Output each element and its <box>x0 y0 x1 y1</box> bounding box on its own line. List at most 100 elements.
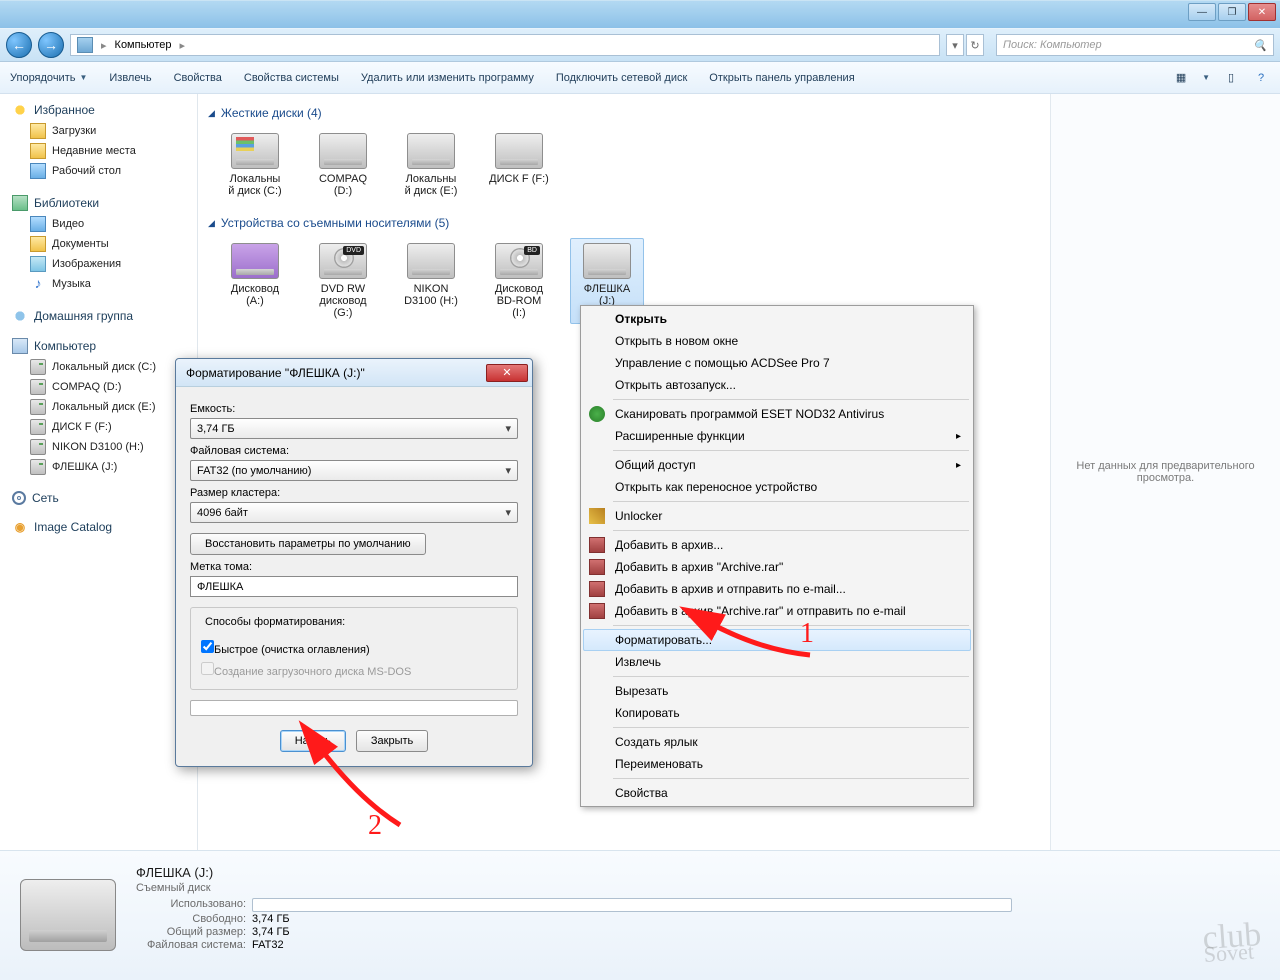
ctx-cut[interactable]: Вырезать <box>583 680 971 702</box>
drive-icon <box>231 133 279 169</box>
ctx-eset[interactable]: Сканировать программой ESET NOD32 Antivi… <box>583 403 971 425</box>
history-dropdown[interactable]: ▾ <box>946 34 964 56</box>
image-catalog-header[interactable]: ◉Image Catalog <box>12 519 197 535</box>
start-button[interactable]: Начать <box>280 730 346 752</box>
filesystem-label: Файловая система: <box>190 445 518 457</box>
sidebar-item-images[interactable]: Изображения <box>12 254 197 274</box>
drive-e[interactable]: Локальный диск (E:) <box>394 128 468 202</box>
library-icon <box>12 195 28 211</box>
close-dialog-button[interactable]: Закрыть <box>356 730 428 752</box>
sidebar-item-video[interactable]: Видео <box>12 214 197 234</box>
search-input[interactable]: Поиск: Компьютер 🔍 <box>996 34 1274 56</box>
minimize-button[interactable]: — <box>1188 3 1216 21</box>
cluster-combo[interactable]: 4096 байт <box>190 502 518 523</box>
breadcrumb[interactable]: ▸ Компьютер ▸ <box>70 34 940 56</box>
libraries-header[interactable]: Библиотеки <box>12 195 197 211</box>
refresh-button[interactable]: ↻ <box>966 34 984 56</box>
network-header[interactable]: Сеть <box>12 491 197 505</box>
drive-i[interactable]: BDДисководBD-ROM(I:) <box>482 238 556 324</box>
ctx-rar-add-named[interactable]: Добавить в архив "Archive.rar" <box>583 556 971 578</box>
sidebar-drive-h[interactable]: NIKON D3100 (H:) <box>12 437 197 457</box>
map-drive-button[interactable]: Подключить сетевой диск <box>556 72 687 84</box>
drive-g[interactable]: DVDDVD RWдисковод(G:) <box>306 238 380 324</box>
forward-button[interactable]: → <box>38 32 64 58</box>
dialog-title: Форматирование "ФЛЕШКА (J:)" <box>186 366 365 380</box>
ctx-rar-add[interactable]: Добавить в архив... <box>583 534 971 556</box>
sidebar-item-downloads[interactable]: Загрузки <box>12 121 197 141</box>
restore-defaults-button[interactable]: Восстановить параметры по умолчанию <box>190 533 426 555</box>
ctx-open[interactable]: Открыть <box>583 308 971 330</box>
ctx-properties[interactable]: Свойства <box>583 782 971 804</box>
sidebar-drive-f[interactable]: ДИСК F (F:) <box>12 417 197 437</box>
homegroup-icon <box>12 308 28 324</box>
ctx-rename[interactable]: Переименовать <box>583 753 971 775</box>
preview-pane: Нет данных для предварительного просмотр… <box>1050 94 1280 850</box>
ctx-extended[interactable]: Расширенные функции▸ <box>583 425 971 447</box>
drive-thumbnail <box>20 879 116 951</box>
ctx-format[interactable]: Форматировать... <box>583 629 971 651</box>
ctx-copy[interactable]: Копировать <box>583 702 971 724</box>
preview-pane-icon[interactable]: ▯ <box>1222 69 1240 87</box>
maximize-button[interactable]: ❐ <box>1218 3 1246 21</box>
annotation-number-2: 2 <box>368 810 382 842</box>
drive-a[interactable]: Дисковод(A:) <box>218 238 292 324</box>
computer-header[interactable]: Компьютер <box>12 338 197 354</box>
progress-bar <box>190 700 518 716</box>
filesystem-combo[interactable]: FAT32 (по умолчанию) <box>190 460 518 481</box>
help-icon[interactable]: ? <box>1252 69 1270 87</box>
sidebar-drive-c[interactable]: Локальный диск (C:) <box>12 357 197 377</box>
winrar-icon <box>589 559 605 575</box>
drive-d[interactable]: COMPAQ(D:) <box>306 128 380 202</box>
chevron-right-icon: ▸ <box>956 431 961 442</box>
ctx-rar-email[interactable]: Добавить в архив и отправить по e-mail..… <box>583 578 971 600</box>
drive-icon <box>583 243 631 279</box>
music-icon: ♪ <box>30 276 46 292</box>
sidebar-drive-j[interactable]: ФЛЕШКА (J:) <box>12 457 197 477</box>
sidebar-drive-d[interactable]: COMPAQ (D:) <box>12 377 197 397</box>
ctx-autoplay[interactable]: Открыть автозапуск... <box>583 374 971 396</box>
floppy-icon <box>231 243 279 279</box>
ctx-unlocker[interactable]: Unlocker <box>583 505 971 527</box>
control-panel-button[interactable]: Открыть панель управления <box>709 72 854 84</box>
dvd-icon: DVD <box>319 243 367 279</box>
ctx-shortcut[interactable]: Создать ярлык <box>583 731 971 753</box>
volume-input[interactable] <box>190 576 518 597</box>
uninstall-button[interactable]: Удалить или изменить программу <box>361 72 534 84</box>
ctx-share[interactable]: Общий доступ▸ <box>583 454 971 476</box>
quick-format-checkbox[interactable]: Быстрое (очистка оглавления) <box>201 640 507 656</box>
extract-button[interactable]: Извлечь <box>109 72 151 84</box>
window-titlebar: — ❐ ✕ <box>0 0 1280 28</box>
dialog-titlebar[interactable]: Форматирование "ФЛЕШКА (J:)" ✕ <box>176 359 532 387</box>
computer-icon <box>12 338 28 354</box>
sidebar-item-music[interactable]: ♪Музыка <box>12 274 197 294</box>
ctx-rar-email-named[interactable]: Добавить в архив "Archive.rar" и отправи… <box>583 600 971 622</box>
back-button[interactable]: ← <box>6 32 32 58</box>
sidebar-item-documents[interactable]: Документы <box>12 234 197 254</box>
command-bar: Упорядочить▼ Извлечь Свойства Свойства с… <box>0 62 1280 94</box>
favorites-header[interactable]: Избранное <box>12 102 197 118</box>
dialog-close-button[interactable]: ✕ <box>486 364 528 382</box>
ctx-portable[interactable]: Открыть как переносное устройство <box>583 476 971 498</box>
ctx-open-new[interactable]: Открыть в новом окне <box>583 330 971 352</box>
drive-h[interactable]: NIKOND3100 (H:) <box>394 238 468 324</box>
sidebar-item-desktop[interactable]: Рабочий стол <box>12 161 197 181</box>
ctx-eject[interactable]: Извлечь <box>583 651 971 673</box>
sidebar-item-recent[interactable]: Недавние места <box>12 141 197 161</box>
capacity-combo[interactable]: 3,74 ГБ <box>190 418 518 439</box>
network-icon <box>12 491 26 505</box>
homegroup-header[interactable]: Домашняя группа <box>12 308 197 324</box>
drive-f[interactable]: ДИСК F (F:) <box>482 128 556 202</box>
breadcrumb-computer[interactable]: Компьютер <box>115 39 172 51</box>
drive-c[interactable]: Локальный диск (C:) <box>218 128 292 202</box>
organize-menu[interactable]: Упорядочить▼ <box>10 72 87 84</box>
group-hard-drives[interactable]: ◢Жесткие диски (4) <box>208 106 1050 120</box>
sidebar-drive-e[interactable]: Локальный диск (E:) <box>12 397 197 417</box>
ctx-acdsee[interactable]: Управление с помощью ACDSee Pro 7 <box>583 352 971 374</box>
catalog-icon: ◉ <box>12 519 28 535</box>
view-icon[interactable]: ▦ <box>1172 69 1190 87</box>
system-properties-button[interactable]: Свойства системы <box>244 72 339 84</box>
properties-button[interactable]: Свойства <box>174 72 222 84</box>
close-button[interactable]: ✕ <box>1248 3 1276 21</box>
group-removable[interactable]: ◢Устройства со съемными носителями (5) <box>208 216 1050 230</box>
drive-icon <box>407 133 455 169</box>
